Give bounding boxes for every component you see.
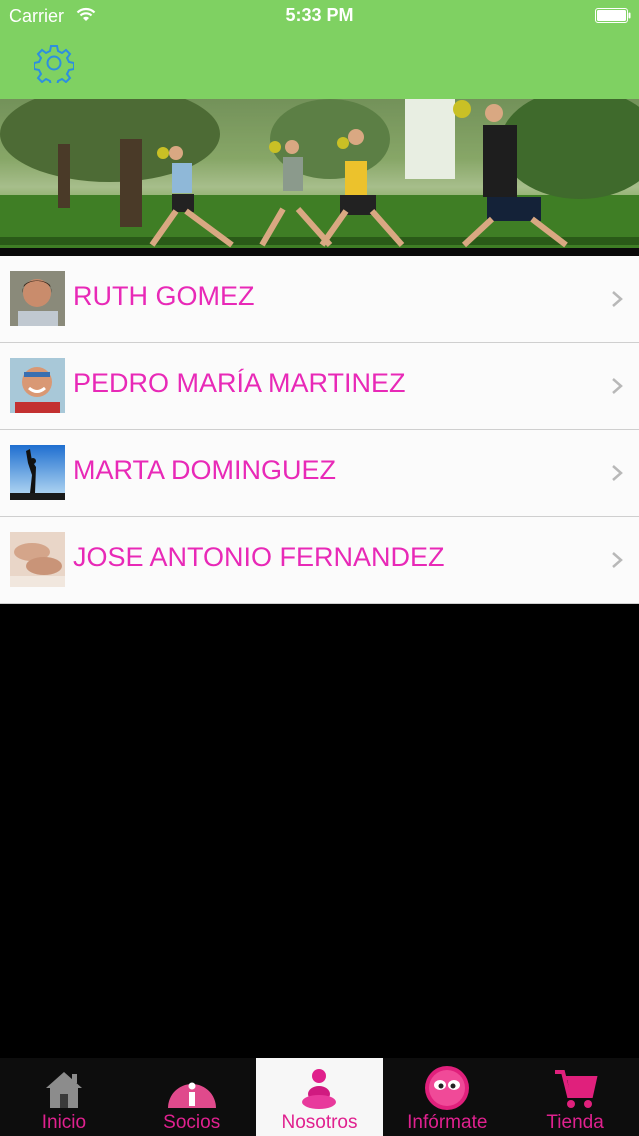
avatar xyxy=(10,445,65,500)
gear-icon[interactable] xyxy=(34,43,74,83)
chevron-right-icon xyxy=(612,378,623,394)
battery-icon xyxy=(595,8,631,23)
member-name: RUTH GOMEZ xyxy=(73,281,255,311)
status-time: 5:33 PM xyxy=(285,5,354,25)
list-item[interactable]: PEDRO MARÍA MARTINEZ xyxy=(0,343,639,430)
list-item[interactable]: RUTH GOMEZ xyxy=(0,256,639,343)
avatar xyxy=(10,532,65,587)
member-name: MARTA DOMINGUEZ xyxy=(73,455,337,485)
info-icon xyxy=(167,1082,216,1108)
status-bar: Carrier 5:33 PM xyxy=(0,0,639,34)
list-item[interactable]: MARTA DOMINGUEZ xyxy=(0,430,639,517)
avatar xyxy=(10,358,65,413)
home-icon xyxy=(45,1072,82,1108)
tab-tienda[interactable]: Tienda xyxy=(511,1058,639,1136)
tab-label: Socios xyxy=(163,1112,221,1133)
face-icon xyxy=(425,1066,470,1110)
banner-photo xyxy=(0,99,639,256)
member-name: JOSE ANTONIO FERNANDEZ xyxy=(73,542,445,572)
tab-informate[interactable]: Infórmate xyxy=(383,1058,511,1136)
tab-bar: Inicio Socios Nosotros Infórmate Tienda xyxy=(0,1058,639,1136)
members-list: RUTH GOMEZ PEDRO MARÍA MARTINEZ MARTA DO… xyxy=(0,256,639,604)
cart-icon xyxy=(555,1070,598,1108)
tab-label: Inicio xyxy=(41,1112,87,1133)
tab-label: Tienda xyxy=(546,1112,604,1133)
tab-inicio[interactable]: Inicio xyxy=(0,1058,128,1136)
tab-nosotros[interactable]: Nosotros xyxy=(255,1058,384,1136)
tab-socios[interactable]: Socios xyxy=(128,1058,256,1136)
list-item[interactable]: JOSE ANTONIO FERNANDEZ xyxy=(0,517,639,604)
people-icon xyxy=(302,1069,337,1109)
tab-label: Nosotros xyxy=(281,1112,358,1133)
chevron-right-icon xyxy=(612,465,623,481)
avatar xyxy=(10,271,65,326)
chevron-right-icon xyxy=(612,552,623,568)
app-header: Carrier 5:33 PM xyxy=(0,0,639,99)
tab-label: Infórmate xyxy=(407,1112,488,1133)
fitness-group-image xyxy=(0,99,639,256)
member-name: PEDRO MARÍA MARTINEZ xyxy=(73,368,406,398)
chevron-right-icon xyxy=(612,291,623,307)
